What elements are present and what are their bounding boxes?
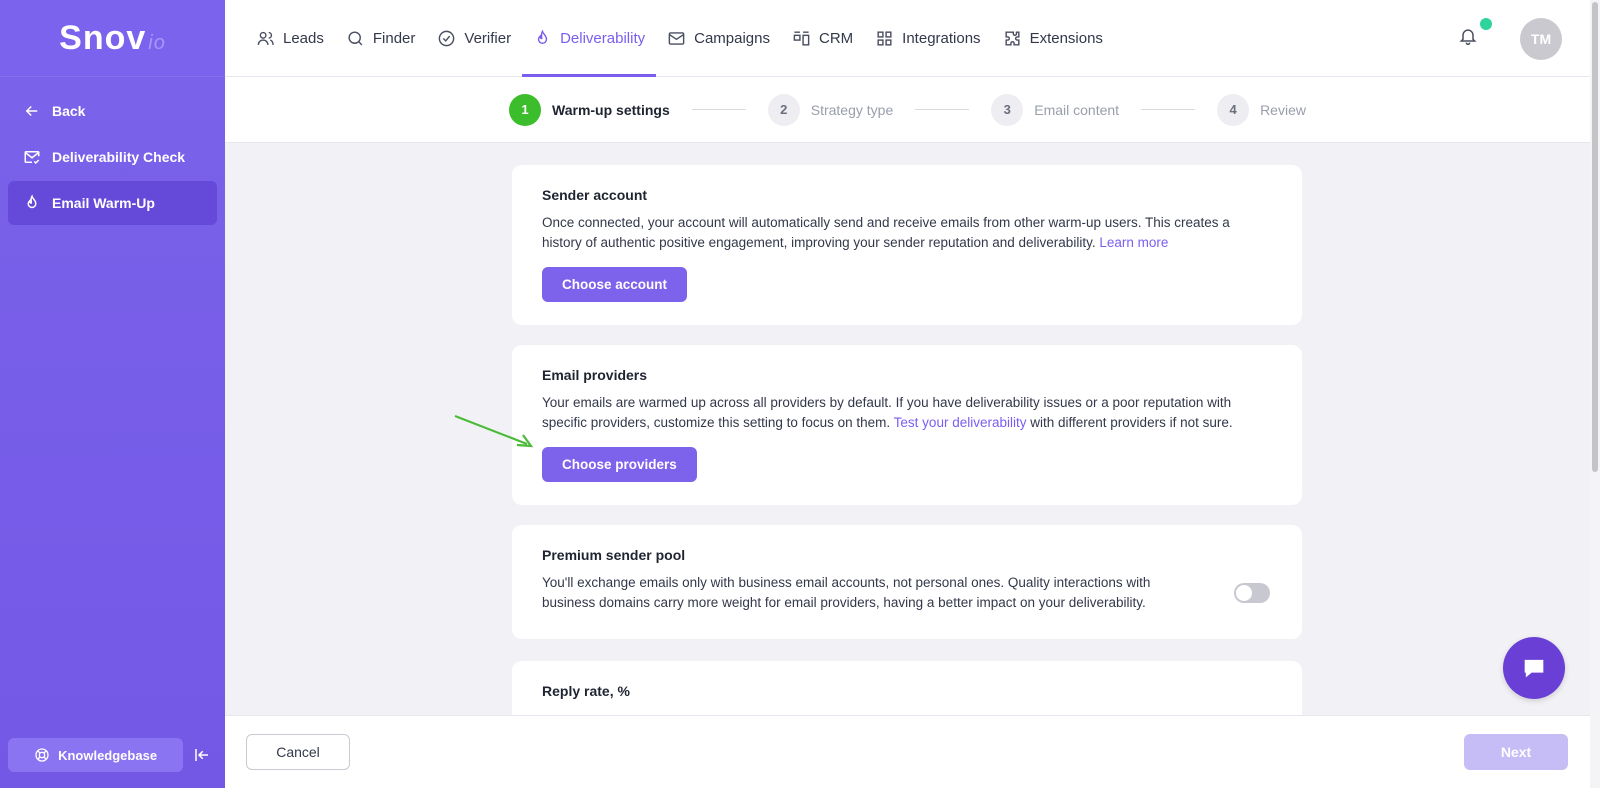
logo-suffix: io xyxy=(148,31,166,54)
step-label: Warm-up settings xyxy=(552,101,670,118)
sidebar-nav: Back Deliverability Check Email Warm-Up xyxy=(0,77,225,225)
knowledgebase-button[interactable]: Knowledgebase xyxy=(8,738,184,772)
step-label: Strategy type xyxy=(810,101,894,118)
card-title: Email providers xyxy=(542,367,648,383)
step-number: 4 xyxy=(1217,93,1250,126)
sidebar-item-label: Back xyxy=(52,103,86,119)
flame-icon xyxy=(22,193,42,213)
cancel-button[interactable]: Cancel xyxy=(246,734,350,770)
nav-label: Verifier xyxy=(464,29,512,47)
sidebar-item-label: Deliverability Check xyxy=(52,149,186,165)
premium-sender-pool-card: Premium sender pool You'll exchange emai… xyxy=(512,525,1302,639)
check-circle-icon xyxy=(439,30,455,46)
card-description: You'll exchange emails only with busines… xyxy=(542,575,1151,610)
sidebar-item-deliverability-check[interactable]: Deliverability Check xyxy=(8,135,217,179)
lifebuoy-icon xyxy=(35,748,49,762)
avatar[interactable]: TM xyxy=(1520,18,1562,60)
nav-label: Campaigns xyxy=(694,29,770,47)
collapse-sidebar-button[interactable] xyxy=(187,740,217,770)
reply-rate-card: Reply rate, % xyxy=(512,661,1302,715)
step-strategy-type[interactable]: 2 Strategy type xyxy=(767,93,894,126)
step-email-content[interactable]: 3 Email content xyxy=(991,93,1120,126)
step-number: 2 xyxy=(767,93,800,126)
nav-verifier[interactable]: Verifier xyxy=(426,0,522,77)
notifications-button[interactable] xyxy=(1458,18,1492,48)
main-nav: Leads Finder Verifier Deliverability Cam… xyxy=(225,0,1114,77)
nav-finder[interactable]: Finder xyxy=(335,0,427,77)
test-deliverability-link[interactable]: Test your deliverability xyxy=(894,415,1027,430)
next-button[interactable]: Next xyxy=(1464,734,1568,770)
bell-icon xyxy=(1459,29,1477,46)
sidebar-item-back[interactable]: Back xyxy=(8,89,217,133)
step-number: 3 xyxy=(991,93,1024,126)
scrollbar-thumb[interactable] xyxy=(1592,2,1598,472)
search-icon xyxy=(348,30,363,45)
grid-icon xyxy=(877,30,892,46)
step-warm-up-settings[interactable]: 1 Warm-up settings xyxy=(509,93,670,126)
step-divider xyxy=(691,109,746,110)
footer-bar: Cancel Next xyxy=(225,715,1590,788)
nav-label: Finder xyxy=(372,29,416,47)
logo-name: Snov xyxy=(59,18,147,57)
chat-button[interactable] xyxy=(1503,637,1565,699)
mail-check-icon xyxy=(22,147,42,167)
logo[interactable]: Snov io xyxy=(0,0,225,77)
nav-label: Leads xyxy=(283,29,324,47)
step-review[interactable]: 4 Review xyxy=(1217,93,1306,126)
step-divider xyxy=(1141,109,1196,110)
sidebar-item-email-warm-up[interactable]: Email Warm-Up xyxy=(8,181,217,225)
choose-account-button[interactable]: Choose account xyxy=(542,267,688,302)
card-description: Your emails are warmed up across all pro… xyxy=(542,395,1233,430)
sidebar: Snov io Back Deliverability Check Email W… xyxy=(0,0,225,788)
nav-leads[interactable]: Leads xyxy=(245,0,335,77)
collapse-left-icon xyxy=(195,749,209,761)
step-number: 1 xyxy=(509,93,542,126)
annotation-arrow-icon xyxy=(454,414,534,448)
top-navigation: Leads Finder Verifier Deliverability Cam… xyxy=(225,0,1590,77)
knowledgebase-label: Knowledgebase xyxy=(58,747,158,763)
nav-extensions[interactable]: Extensions xyxy=(992,0,1114,77)
card-description: Once connected, your account will automa… xyxy=(542,215,1230,250)
crm-icon xyxy=(793,30,810,46)
step-divider xyxy=(915,109,970,110)
premium-pool-toggle[interactable] xyxy=(1234,583,1270,603)
envelope-icon xyxy=(668,31,685,45)
step-label: Email content xyxy=(1034,101,1120,118)
email-providers-card: Email providers Your emails are warmed u… xyxy=(512,345,1302,505)
step-label: Review xyxy=(1260,101,1306,118)
nav-integrations[interactable]: Integrations xyxy=(864,0,991,77)
notification-dot xyxy=(1480,18,1492,30)
nav-campaigns[interactable]: Campaigns xyxy=(656,0,781,77)
users-icon xyxy=(257,31,274,45)
sidebar-item-label: Email Warm-Up xyxy=(52,195,155,211)
card-title: Reply rate, % xyxy=(542,683,630,699)
stepper: 1 Warm-up settings 2 Strategy type 3 Ema… xyxy=(225,77,1590,143)
nav-label: Deliverability xyxy=(560,29,646,47)
puzzle-icon xyxy=(1005,30,1020,46)
nav-label: Extensions xyxy=(1029,29,1103,47)
nav-crm[interactable]: CRM xyxy=(781,0,864,77)
choose-providers-button[interactable]: Choose providers xyxy=(542,447,697,482)
sender-account-card: Sender account Once connected, your acco… xyxy=(512,165,1302,325)
main-content: Sender account Once connected, your acco… xyxy=(225,143,1590,715)
flame-icon xyxy=(537,29,548,44)
arrow-left-icon xyxy=(22,101,42,121)
nav-label: Integrations xyxy=(902,29,981,47)
nav-label: CRM xyxy=(819,29,854,47)
card-title: Premium sender pool xyxy=(542,547,686,563)
learn-more-link[interactable]: Learn more xyxy=(1099,235,1168,250)
sidebar-bottom: Knowledgebase xyxy=(8,738,217,772)
nav-deliverability[interactable]: Deliverability xyxy=(522,0,657,77)
chat-bubble-icon xyxy=(1524,659,1544,678)
card-title: Sender account xyxy=(542,187,648,203)
scrollbar[interactable] xyxy=(1590,0,1600,788)
